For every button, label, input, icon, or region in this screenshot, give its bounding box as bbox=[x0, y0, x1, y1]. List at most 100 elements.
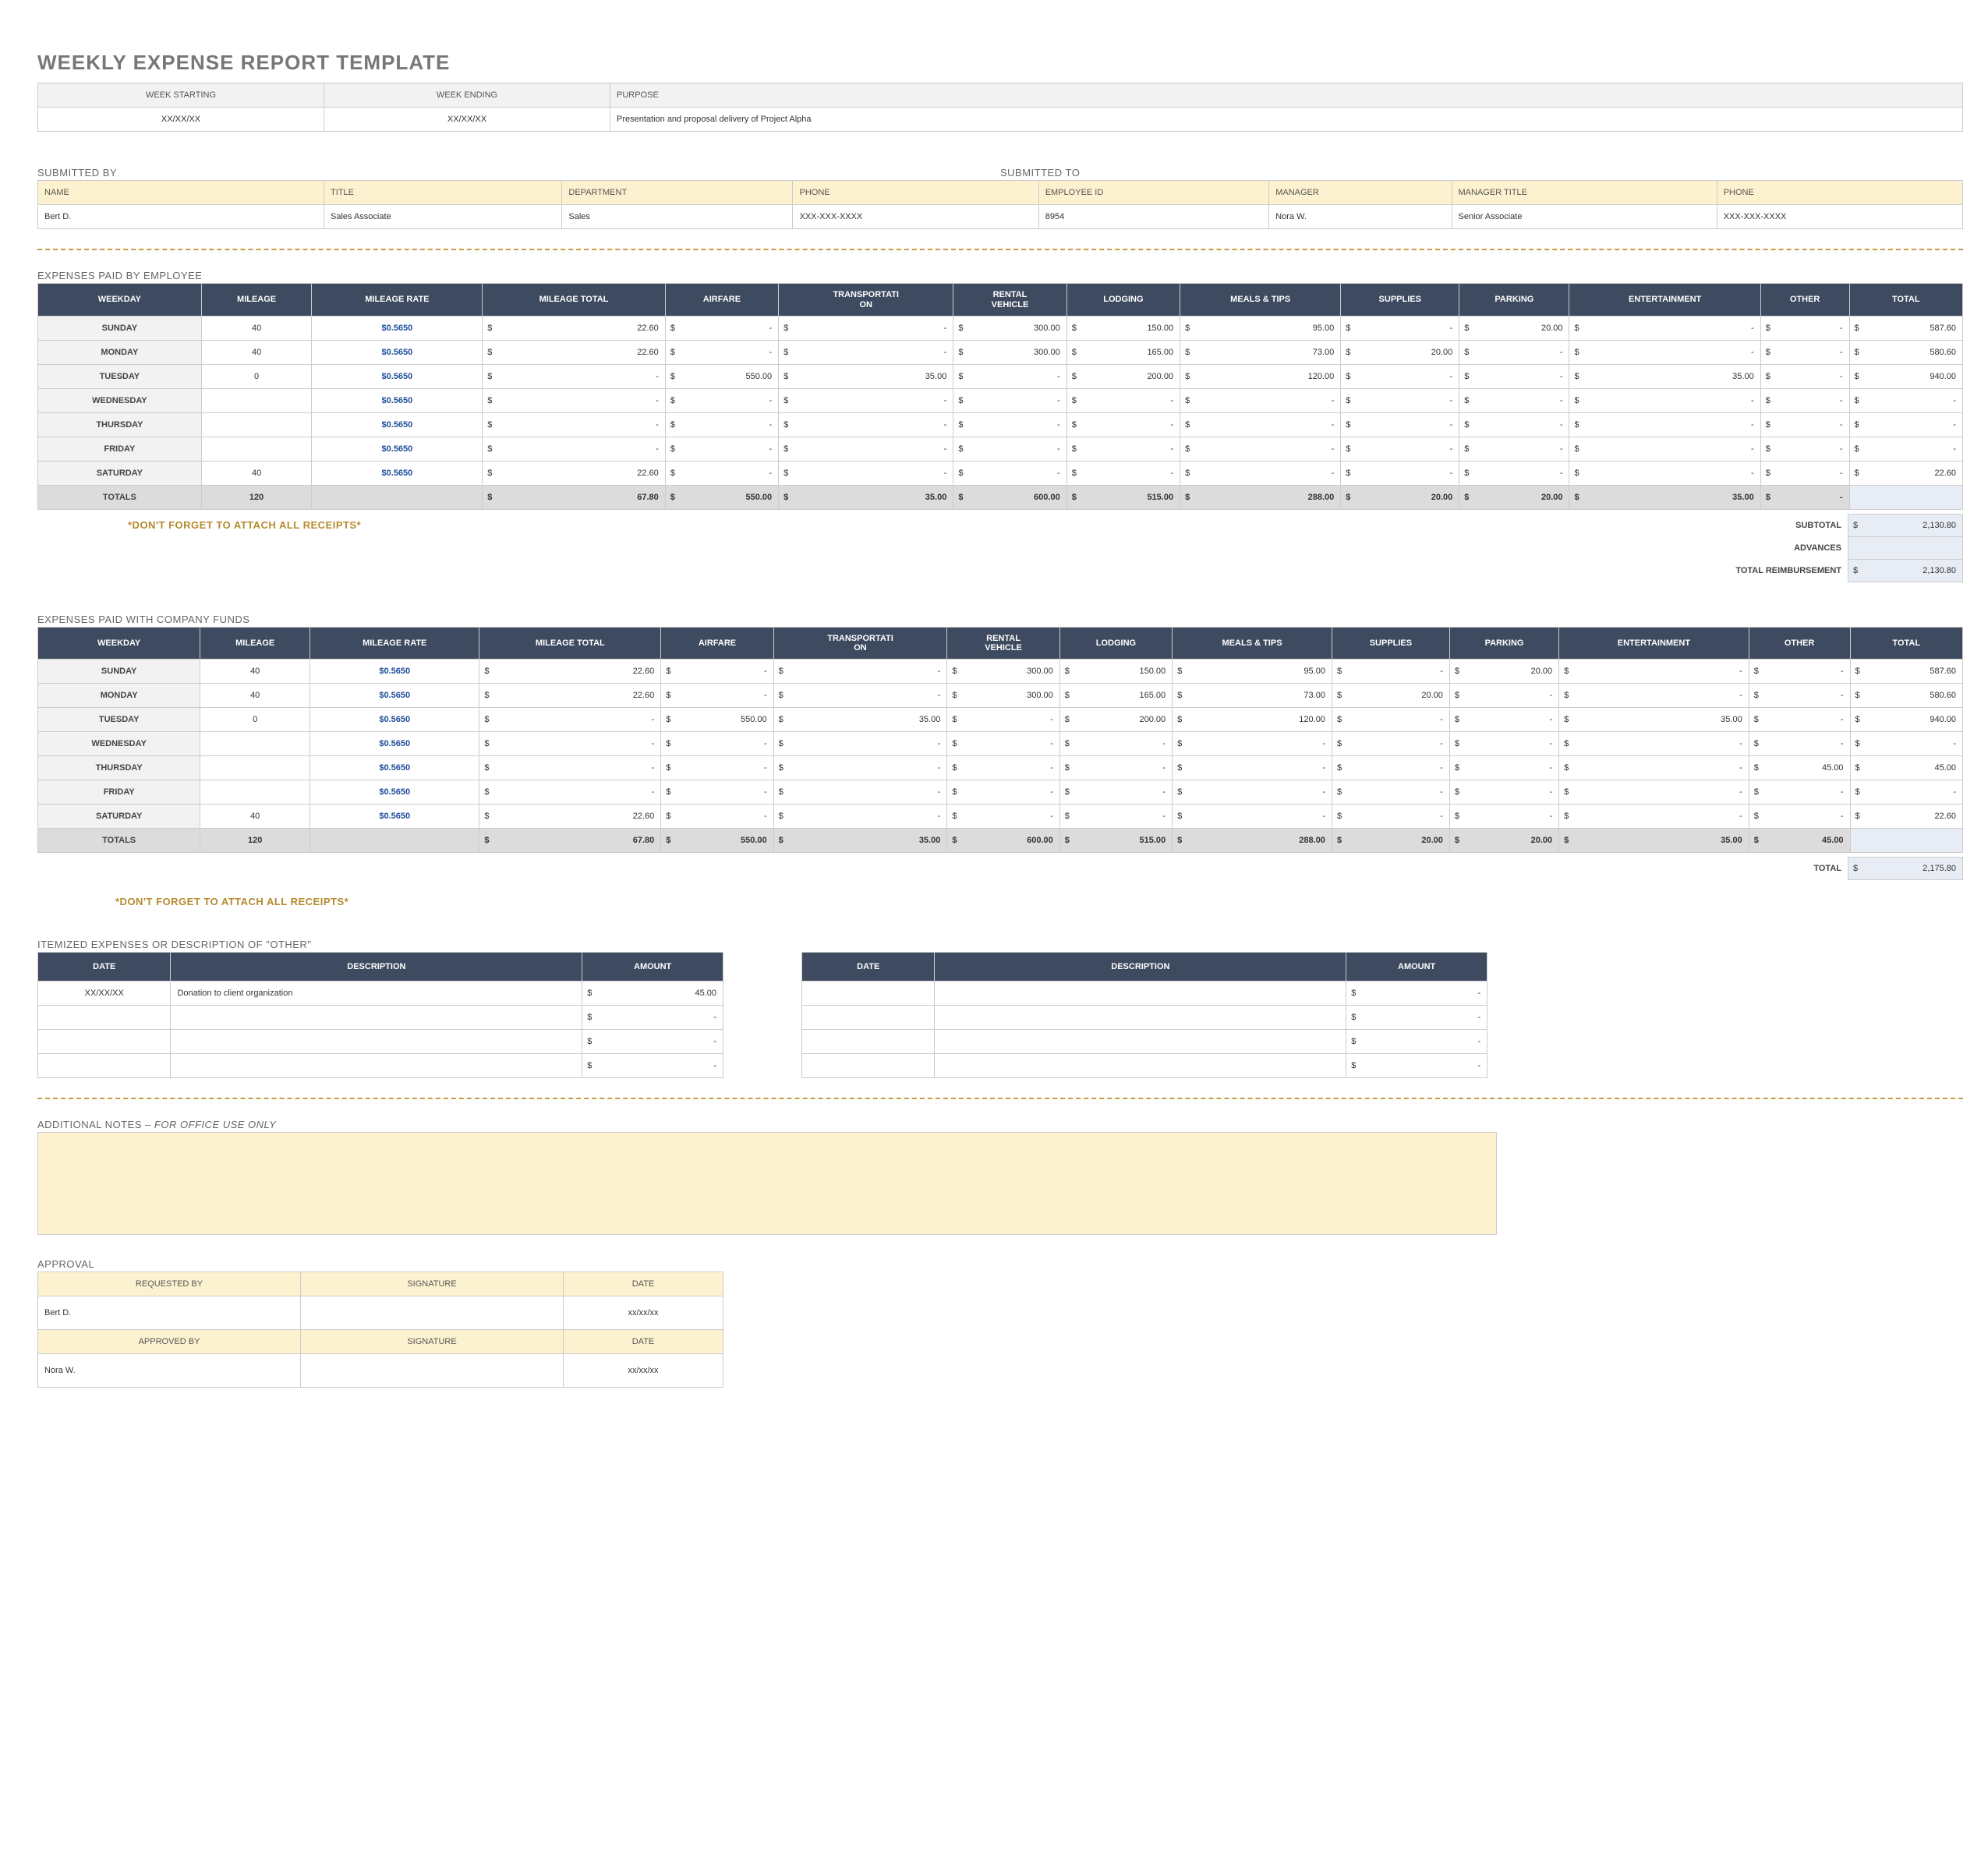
money-cell[interactable]: - bbox=[779, 316, 953, 340]
money-cell[interactable]: - bbox=[953, 412, 1067, 437]
mileage-cell[interactable]: 40 bbox=[201, 316, 312, 340]
money-cell[interactable]: - bbox=[953, 437, 1067, 461]
money-cell[interactable]: - bbox=[1449, 780, 1558, 804]
money-cell[interactable]: 73.00 bbox=[1173, 683, 1332, 707]
money-cell[interactable]: - bbox=[947, 731, 1059, 755]
money-cell[interactable]: - bbox=[773, 780, 947, 804]
v-empid[interactable]: 8954 bbox=[1038, 205, 1268, 229]
money-cell[interactable]: 73.00 bbox=[1180, 340, 1341, 364]
money-cell[interactable]: - bbox=[1332, 755, 1449, 780]
itemized-desc[interactable] bbox=[935, 981, 1346, 1005]
itemized-date[interactable] bbox=[38, 1005, 171, 1029]
money-cell[interactable]: 150.00 bbox=[1067, 316, 1180, 340]
money-cell[interactable]: 35.00 bbox=[773, 707, 947, 731]
week-ending-value[interactable]: XX/XX/XX bbox=[324, 108, 610, 132]
mileage-cell[interactable]: 40 bbox=[201, 461, 312, 485]
money-cell[interactable]: 22.60 bbox=[1850, 804, 1963, 828]
money-cell[interactable]: - bbox=[953, 364, 1067, 388]
money-cell[interactable]: - bbox=[1559, 755, 1749, 780]
signature2-value[interactable] bbox=[301, 1353, 564, 1387]
money-cell[interactable]: - bbox=[1332, 707, 1449, 731]
money-cell[interactable]: - bbox=[661, 731, 773, 755]
money-cell[interactable]: - bbox=[1569, 340, 1760, 364]
money-cell[interactable]: - bbox=[661, 659, 773, 683]
advances-value[interactable] bbox=[1848, 536, 1963, 559]
money-cell[interactable]: - bbox=[1559, 780, 1749, 804]
itemized-amount[interactable]: 45.00 bbox=[582, 981, 723, 1005]
money-cell[interactable]: - bbox=[1180, 461, 1341, 485]
money-cell[interactable]: - bbox=[1332, 731, 1449, 755]
itemized-amount[interactable]: - bbox=[1346, 1053, 1487, 1077]
money-cell[interactable]: 550.00 bbox=[665, 364, 778, 388]
money-cell[interactable]: - bbox=[483, 388, 665, 412]
money-cell[interactable]: - bbox=[1059, 755, 1172, 780]
mileage-cell[interactable]: 40 bbox=[200, 804, 310, 828]
money-cell[interactable]: - bbox=[1849, 437, 1962, 461]
money-cell[interactable]: 300.00 bbox=[947, 683, 1059, 707]
itemized-amount[interactable]: - bbox=[582, 1005, 723, 1029]
money-cell[interactable]: - bbox=[779, 388, 953, 412]
itemized-date[interactable] bbox=[38, 1053, 171, 1077]
money-cell[interactable]: - bbox=[947, 804, 1059, 828]
itemized-desc[interactable] bbox=[935, 1053, 1346, 1077]
money-cell[interactable]: - bbox=[1760, 437, 1849, 461]
mileage-cell[interactable]: 0 bbox=[201, 364, 312, 388]
money-cell[interactable]: - bbox=[1749, 731, 1850, 755]
itemized-date[interactable] bbox=[802, 1029, 935, 1053]
money-cell[interactable]: - bbox=[779, 461, 953, 485]
money-cell[interactable]: - bbox=[1850, 780, 1963, 804]
money-cell[interactable]: - bbox=[773, 683, 947, 707]
money-cell[interactable]: - bbox=[1059, 780, 1172, 804]
money-cell[interactable]: - bbox=[1459, 364, 1569, 388]
money-cell[interactable]: - bbox=[1459, 461, 1569, 485]
approved-by-value[interactable]: Nora W. bbox=[38, 1353, 301, 1387]
money-cell[interactable]: - bbox=[1559, 659, 1749, 683]
money-cell[interactable]: - bbox=[947, 780, 1059, 804]
date2-value[interactable]: xx/xx/xx bbox=[564, 1353, 723, 1387]
money-cell[interactable]: 580.60 bbox=[1849, 340, 1962, 364]
money-cell[interactable]: - bbox=[1760, 364, 1849, 388]
money-cell[interactable]: - bbox=[661, 804, 773, 828]
money-cell[interactable]: - bbox=[1850, 731, 1963, 755]
itemized-date[interactable] bbox=[802, 981, 935, 1005]
itemized-desc[interactable] bbox=[171, 1053, 582, 1077]
money-cell[interactable]: - bbox=[1067, 388, 1180, 412]
money-cell[interactable]: 22.60 bbox=[483, 316, 665, 340]
money-cell[interactable]: - bbox=[953, 388, 1067, 412]
money-cell[interactable]: - bbox=[483, 412, 665, 437]
mileage-cell[interactable] bbox=[200, 780, 310, 804]
money-cell[interactable]: - bbox=[1067, 461, 1180, 485]
mileage-cell[interactable] bbox=[200, 755, 310, 780]
v-phone[interactable]: XXX-XXX-XXXX bbox=[793, 205, 1038, 229]
v-title[interactable]: Sales Associate bbox=[324, 205, 562, 229]
money-cell[interactable]: - bbox=[1332, 659, 1449, 683]
money-cell[interactable]: 20.00 bbox=[1459, 316, 1569, 340]
money-cell[interactable]: - bbox=[953, 461, 1067, 485]
money-cell[interactable]: 20.00 bbox=[1332, 683, 1449, 707]
purpose-value[interactable]: Presentation and proposal delivery of Pr… bbox=[610, 108, 1963, 132]
v-manager[interactable]: Nora W. bbox=[1269, 205, 1452, 229]
itemized-amount[interactable]: - bbox=[1346, 981, 1487, 1005]
money-cell[interactable]: - bbox=[1749, 683, 1850, 707]
money-cell[interactable]: 940.00 bbox=[1849, 364, 1962, 388]
itemized-date[interactable]: XX/XX/XX bbox=[38, 981, 171, 1005]
money-cell[interactable]: - bbox=[665, 437, 778, 461]
money-cell[interactable]: - bbox=[1569, 388, 1760, 412]
money-cell[interactable]: - bbox=[1173, 804, 1332, 828]
mileage-cell[interactable] bbox=[201, 388, 312, 412]
money-cell[interactable]: - bbox=[665, 412, 778, 437]
week-starting-value[interactable]: XX/XX/XX bbox=[38, 108, 324, 132]
money-cell[interactable]: 120.00 bbox=[1173, 707, 1332, 731]
money-cell[interactable]: - bbox=[1180, 437, 1341, 461]
money-cell[interactable]: - bbox=[1760, 340, 1849, 364]
money-cell[interactable]: 22.60 bbox=[1849, 461, 1962, 485]
money-cell[interactable]: 165.00 bbox=[1067, 340, 1180, 364]
money-cell[interactable]: - bbox=[773, 755, 947, 780]
money-cell[interactable]: - bbox=[1559, 731, 1749, 755]
money-cell[interactable]: - bbox=[1067, 412, 1180, 437]
v-phone2[interactable]: XXX-XXX-XXXX bbox=[1717, 205, 1962, 229]
money-cell[interactable]: 45.00 bbox=[1850, 755, 1963, 780]
money-cell[interactable]: - bbox=[947, 707, 1059, 731]
money-cell[interactable]: - bbox=[1749, 780, 1850, 804]
money-cell[interactable]: - bbox=[1332, 780, 1449, 804]
